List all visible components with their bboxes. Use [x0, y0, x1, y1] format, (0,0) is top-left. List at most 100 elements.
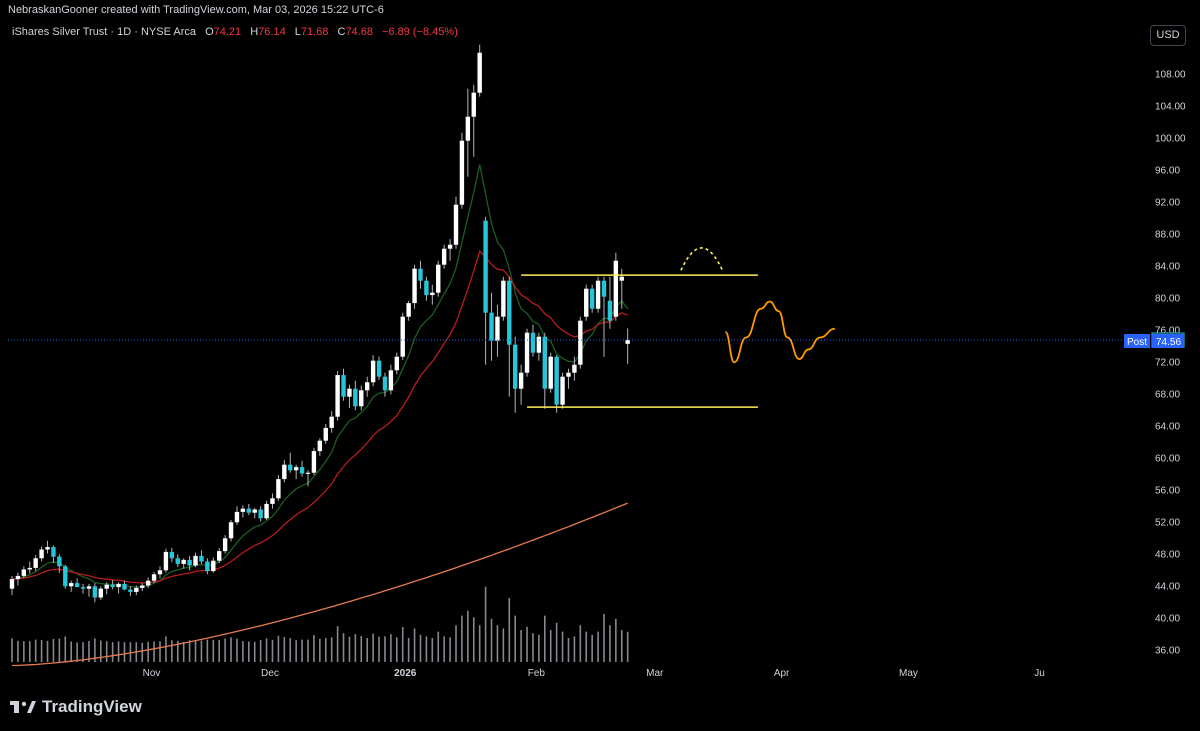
- volume-bar: [384, 636, 386, 662]
- candle-body: [471, 92, 476, 117]
- candle-body: [270, 498, 275, 504]
- candle-body: [542, 336, 547, 389]
- volume-bar: [206, 639, 209, 662]
- candle-body: [382, 376, 388, 391]
- price-tick-label: 40.00: [1155, 614, 1180, 625]
- candle-body: [353, 388, 358, 407]
- ema-fast-line: [11, 164, 629, 588]
- volume-bar: [330, 637, 333, 662]
- price-tick-label: 100.00: [1155, 134, 1186, 145]
- volume-bar: [366, 638, 368, 662]
- volume-bar: [484, 586, 487, 662]
- moving-averages: [11, 164, 629, 667]
- volume-bar: [597, 631, 599, 662]
- dashed-arc: [680, 247, 724, 271]
- volume-bar: [182, 641, 185, 662]
- volume-bar: [431, 638, 434, 662]
- volume-bars: [11, 586, 629, 662]
- candle-body: [252, 509, 257, 513]
- candle-body: [418, 268, 423, 281]
- candle-body: [524, 332, 530, 373]
- candle-body: [98, 588, 103, 598]
- candle-body: [217, 551, 222, 561]
- volume-bar: [171, 640, 173, 662]
- volume-bar: [591, 634, 593, 662]
- volume-bar: [567, 638, 570, 662]
- volume-bar: [555, 622, 558, 662]
- candle-body: [140, 585, 145, 588]
- volume-bar: [218, 639, 220, 662]
- candle-body: [388, 370, 394, 391]
- tradingview-logo[interactable]: TradingView: [10, 697, 142, 717]
- volume-bar: [413, 628, 416, 662]
- candle-body: [145, 580, 151, 586]
- price-tick-label: 92.00: [1155, 198, 1180, 209]
- volume-bar: [396, 637, 398, 662]
- candle-body: [548, 356, 553, 389]
- volume-bar: [100, 640, 102, 662]
- candle-body: [317, 440, 323, 452]
- price-tick-label: 36.00: [1155, 646, 1180, 657]
- candle-body: [128, 589, 133, 592]
- candle-body: [288, 464, 293, 471]
- time-tick-label: 2026: [394, 668, 417, 679]
- candle-body: [489, 312, 494, 341]
- candle-body: [86, 586, 92, 589]
- volume-bar: [58, 638, 61, 662]
- volume-bar: [76, 642, 78, 662]
- candle-body: [181, 559, 186, 564]
- candle-body: [424, 280, 429, 296]
- candle-body: [246, 508, 251, 513]
- volume-bar: [40, 639, 43, 662]
- volume-bar: [609, 625, 611, 662]
- candle-body: [311, 451, 317, 473]
- volume-bar: [224, 638, 226, 662]
- candle-body: [359, 390, 364, 407]
- price-chart[interactable]: 108.00 104.00 100.00 96.00 92.00 88.00 84.00 80…: [0, 0, 1200, 731]
- candle-body: [601, 280, 607, 297]
- time-tick-label: Dec: [261, 668, 279, 679]
- volume-bar: [508, 598, 511, 662]
- candle-body: [453, 204, 459, 245]
- volume-bar: [336, 626, 339, 662]
- volume-bar: [626, 631, 629, 662]
- volume-bar: [105, 641, 108, 662]
- candle-body: [151, 574, 157, 581]
- candle-body: [51, 547, 56, 557]
- projection-path: [724, 300, 835, 364]
- candle-body: [122, 583, 127, 590]
- candle-body: [530, 332, 536, 353]
- price-tick-label: 80.00: [1155, 294, 1180, 305]
- volume-bar: [360, 636, 363, 662]
- volume-bar: [52, 638, 55, 662]
- price-tick-label: 88.00: [1155, 230, 1180, 241]
- volume-bar: [289, 638, 292, 662]
- candle-body: [240, 508, 246, 512]
- candle-body: [39, 549, 44, 559]
- ema-mid-line: [11, 249, 628, 584]
- volume-bar: [23, 641, 25, 662]
- time-tick-label: Ju: [1034, 668, 1045, 679]
- candle-body: [282, 464, 287, 480]
- volume-bar: [538, 634, 540, 662]
- volume-bar: [141, 642, 144, 662]
- candle-body: [483, 220, 488, 313]
- volume-bar: [265, 638, 268, 662]
- tradingview-logo-icon: [10, 701, 36, 713]
- candle-body: [495, 316, 500, 341]
- candle-body: [21, 569, 27, 576]
- candle-body: [370, 360, 376, 383]
- volume-bar: [455, 625, 457, 662]
- candle-body: [45, 547, 50, 550]
- volume-bar: [390, 634, 392, 662]
- candle-body: [305, 472, 311, 474]
- volume-bar: [34, 639, 37, 662]
- volume-bar: [526, 626, 528, 662]
- candle-body: [69, 583, 74, 587]
- price-tick-label: 108.00: [1155, 70, 1186, 81]
- price-axis: 108.00 104.00 100.00 96.00 92.00 88.00 84.00 80…: [1124, 70, 1186, 657]
- volume-bar: [200, 640, 203, 662]
- volume-bar: [277, 635, 280, 662]
- volume-bar: [271, 639, 274, 662]
- candle-body: [501, 280, 506, 317]
